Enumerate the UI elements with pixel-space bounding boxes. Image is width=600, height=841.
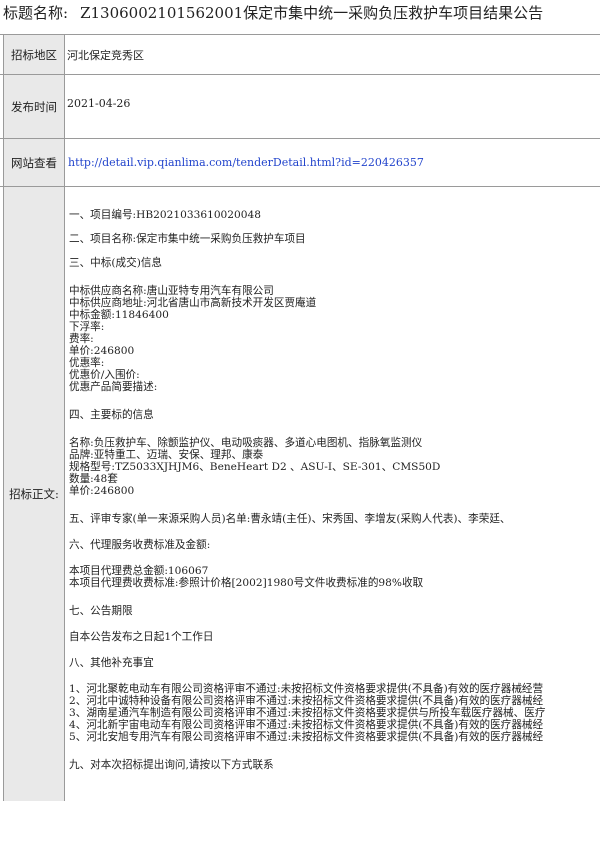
detail-link[interactable]: http://detail.vip.qianlima.com/tenderDet… [68,156,424,169]
body-line: 优惠产品简要描述: [69,381,158,393]
body-line: 中标供应商地址:河北省唐山市高新技术开发区贾庵道 [69,297,317,309]
body-line: 本项目代理费收费标准:参照计价格[2002]1980号文件收费标准的98%收取 [69,577,424,589]
body-line: 5、河北安旭专用汽车有限公司资格评审不通过:未按招标文件资格要求提供(不具备)有… [69,731,544,743]
body-label: 招标正文: [3,187,65,801]
info-table: 招标地区 河北保定竞秀区 发布时间 2021-04-26 网站查看 http:/… [0,34,600,801]
body-line: 中标金额:11846400 [69,309,169,321]
body-line: 单价:246800 [69,345,135,357]
body-line: 下浮率: [69,321,105,333]
date-value: 2021-04-26 [66,75,600,138]
body-line: 一、项目编号:HB2021033610020048 [69,209,261,221]
body-line: 品牌:亚特重工、迈瑞、安保、理邦、康泰 [69,449,264,461]
body-line: 九、对本次招标提出询问,请按以下方式联系 [69,759,274,771]
body-line: 数量:48套 [69,473,118,485]
body-line: 五、评审专家(单一来源采购人员)名单:曹永靖(主任)、宋秀国、李增友(采购人代表… [69,513,511,525]
title-label: 标题名称: [3,4,69,22]
body-line: 名称:负压救护车、除颤监护仪、电动吸痰器、多道心电图机、指脉氧监测仪 [69,437,423,449]
body-line: 自本公告发布之日起1个工作日 [69,631,214,643]
body-line: 2、河北中诚特种设备有限公司资格评审不通过:未按招标文件资格要求提供(不具备)有… [69,695,544,707]
body-line: 三、中标(成交)信息 [69,257,163,269]
body-line: 中标供应商名称:唐山亚特专用汽车有限公司 [69,285,274,297]
body-line: 单价:246800 [69,485,135,497]
date-text: 2021-04-26 [67,97,131,110]
body-line: 八、其他补充事宜 [69,657,154,669]
body-line: 规格型号:TZ5033XJHJM6、BeneHeart D2 、ASU-I、SE… [69,461,441,473]
region-text: 河北保定竞秀区 [67,48,144,62]
url-label: 网站查看 [3,139,65,186]
title-text: Z1306002101562001保定市集中统一采购负压救护车项目结果公告 [80,4,544,22]
url-row: 网站查看 http://detail.vip.qianlima.com/tend… [0,139,600,187]
region-row: 招标地区 河北保定竞秀区 [0,35,600,75]
url-value: http://detail.vip.qianlima.com/tenderDet… [66,139,600,186]
body-line: 优惠价/入围价: [69,369,140,381]
body-line: 1、河北聚乾电动车有限公司资格评审不通过:未按招标文件资格要求提供(不具备)有效… [69,683,544,695]
body-line: 优惠率: [69,357,105,369]
body-row: 招标正文: 一、项目编号:HB2021033610020048 二、项目名称:保定… [0,187,600,801]
body-line: 二、项目名称:保定市集中统一采购负压救护车项目 [69,233,306,245]
body-line: 3、湖南星通汽车制造有限公司资格评审不通过:未按招标文件资格要求提供与所投车载医… [69,707,546,719]
region-label: 招标地区 [3,35,65,74]
body-line: 本项目代理费总金额:106067 [69,565,209,577]
body-line: 四、主要标的信息 [69,409,154,421]
body-line: 七、公告期限 [69,605,133,617]
page-title: 标题名称: Z1306002101562001保定市集中统一采购负压救护车项目结果… [3,0,600,26]
body-line: 六、代理服务收费标准及金额: [69,539,211,551]
region-value: 河北保定竞秀区 [66,35,600,74]
body-content: 一、项目编号:HB2021033610020048 二、项目名称:保定市集中统一采… [66,187,600,801]
date-row: 发布时间 2021-04-26 [0,75,600,139]
body-line: 4、河北新宇宙电动车有限公司资格评审不通过:未按招标文件资格要求提供(不具备)有… [69,719,544,731]
date-label: 发布时间 [3,75,65,138]
body-line: 费率: [69,333,94,345]
